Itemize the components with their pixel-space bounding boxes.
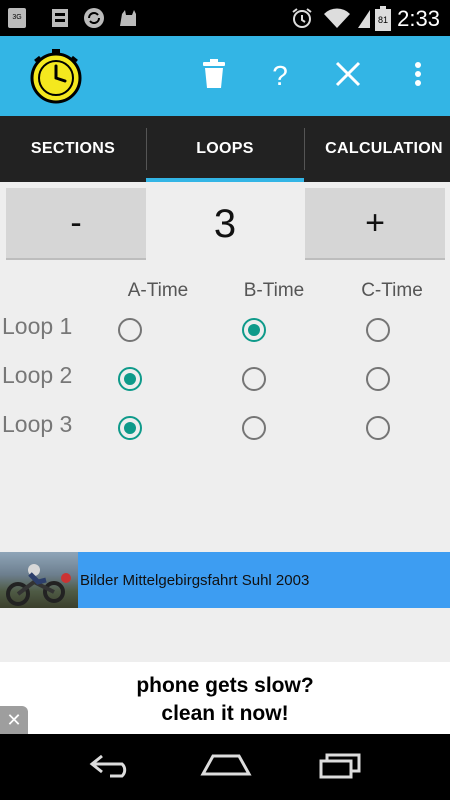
tab-label: SECTIONS xyxy=(30,140,116,157)
notification-app-icon xyxy=(50,6,70,35)
tab-sections[interactable]: SECTIONS xyxy=(0,116,146,182)
home-icon xyxy=(199,752,253,783)
tab-loops[interactable]: LOOPS xyxy=(146,116,304,182)
cat-icon xyxy=(116,6,140,35)
back-button[interactable] xyxy=(62,734,162,800)
photo-link-banner[interactable]: Bilder Mittelgebirgsfahrt Suhl 2003 xyxy=(0,552,450,608)
help-button[interactable]: ? xyxy=(250,36,310,116)
recent-apps-icon xyxy=(317,751,363,784)
sync-icon xyxy=(82,6,106,35)
radio-loop-3-a-time[interactable] xyxy=(118,416,142,440)
column-header-b-time: B-Time xyxy=(243,280,305,301)
alarm-icon xyxy=(290,6,314,35)
trash-icon xyxy=(201,58,227,95)
more-vert-icon xyxy=(414,61,422,92)
radio-loop-2-b-time[interactable] xyxy=(242,367,266,391)
close-button[interactable] xyxy=(318,36,378,116)
navigation-bar xyxy=(0,734,450,800)
radio-loop-1-b-time[interactable] xyxy=(242,318,266,342)
radio-loop-1-a-time[interactable] xyxy=(118,318,142,342)
loop-count-value: 3 xyxy=(213,201,237,246)
battery-icon: 81 xyxy=(374,6,392,37)
row-label-loop-2: Loop 2 xyxy=(2,362,73,388)
status-bar: 3G 81 2:33 xyxy=(0,0,450,36)
tab-selected-indicator xyxy=(146,178,304,182)
app-stopwatch-icon[interactable] xyxy=(24,36,88,116)
signal-icon xyxy=(356,6,372,35)
svg-text:3G: 3G xyxy=(12,14,21,21)
radio-loop-3-c-time[interactable] xyxy=(366,416,390,440)
ad-headline: phone gets slow? xyxy=(136,674,314,697)
radio-loop-3-b-time[interactable] xyxy=(242,416,266,440)
close-icon xyxy=(334,60,362,93)
action-bar: ? xyxy=(0,36,450,116)
column-header-c-time: C-Time xyxy=(361,280,423,301)
row-label-loop-3: Loop 3 xyxy=(2,411,73,437)
back-icon xyxy=(88,752,136,783)
ad-subline: clean it now! xyxy=(161,702,289,725)
radio-loop-2-c-time[interactable] xyxy=(366,367,390,391)
tab-bar: SECTIONS LOOPS CALCULATION xyxy=(0,116,450,182)
clock-time: 2:33 xyxy=(397,6,440,31)
wifi-icon xyxy=(322,6,352,35)
row-label-loop-1: Loop 1 xyxy=(2,313,73,339)
home-button[interactable] xyxy=(176,734,276,800)
sim-3g-icon: 3G xyxy=(6,6,28,35)
overflow-menu-button[interactable] xyxy=(388,36,448,116)
tab-calculation[interactable]: CALCULATION xyxy=(304,116,450,182)
radio-loop-2-a-time[interactable] xyxy=(118,367,142,391)
increment-button[interactable]: + xyxy=(305,188,445,260)
tab-label: CALCULATION xyxy=(325,140,443,157)
radio-loop-1-c-time[interactable] xyxy=(366,318,390,342)
column-header-a-time: A-Time xyxy=(127,280,189,301)
tab-label: LOOPS xyxy=(196,140,254,157)
recent-apps-button[interactable] xyxy=(290,734,390,800)
delete-button[interactable] xyxy=(184,36,244,116)
decrement-button[interactable]: - xyxy=(6,188,146,260)
help-icon: ? xyxy=(272,60,288,91)
ad-close-button[interactable]: ✕ xyxy=(0,706,28,734)
ad-banner[interactable]: phone gets slow? clean it now! ✕ xyxy=(0,662,450,734)
motorcycle-thumbnail xyxy=(0,552,78,608)
svg-text:81: 81 xyxy=(378,15,388,25)
banner-text: Bilder Mittelgebirgsfahrt Suhl 2003 xyxy=(80,571,310,589)
